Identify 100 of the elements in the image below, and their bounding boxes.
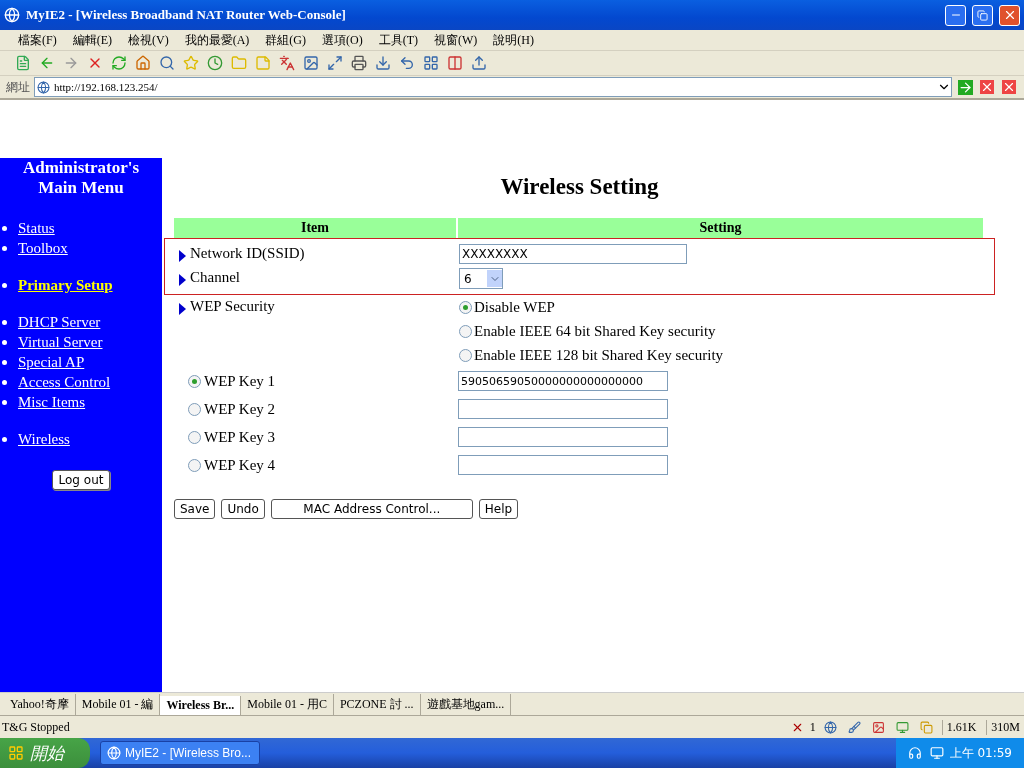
radio-button[interactable] bbox=[188, 430, 201, 444]
sidebar-link[interactable]: Primary Setup bbox=[18, 277, 113, 293]
radio-button[interactable] bbox=[459, 300, 472, 314]
radio-label: Enable IEEE 128 bit Shared Key security bbox=[474, 346, 724, 364]
close-icon[interactable] bbox=[978, 78, 996, 96]
page-title: Wireless Setting bbox=[499, 174, 660, 200]
menu-item[interactable]: 選項(O) bbox=[322, 31, 363, 49]
memory-reading: 310M bbox=[986, 719, 1024, 735]
menu-item[interactable]: 編輯(E) bbox=[72, 31, 112, 49]
picture-icon[interactable] bbox=[302, 54, 320, 72]
bullet-icon bbox=[2, 360, 7, 365]
restore-button[interactable] bbox=[972, 4, 993, 26]
traffic-reading: 1.61K bbox=[941, 719, 981, 735]
undo-icon[interactable] bbox=[398, 54, 416, 72]
home-icon[interactable] bbox=[134, 54, 152, 72]
ssid-field[interactable]: XXXXXXXX bbox=[459, 244, 687, 264]
blocked-count: 1 bbox=[809, 719, 816, 735]
radio-button[interactable] bbox=[459, 348, 472, 362]
triangle-bullet-icon bbox=[179, 274, 186, 286]
form-button[interactable]: MAC Address Control... bbox=[270, 499, 473, 519]
radio-label: WEP Key 3 bbox=[204, 428, 276, 446]
menu-item[interactable]: 工具(T) bbox=[378, 31, 418, 49]
refresh-icon[interactable] bbox=[110, 54, 128, 72]
field-label: WEP Security bbox=[190, 298, 275, 315]
column-header: Setting bbox=[458, 218, 985, 238]
sidebar-link[interactable]: Misc Items bbox=[18, 394, 86, 410]
radio-label: WEP Key 1 bbox=[204, 372, 276, 390]
bullet-icon bbox=[2, 380, 7, 385]
bullet-icon bbox=[2, 437, 7, 442]
column-header: Item bbox=[174, 218, 458, 238]
close-button[interactable] bbox=[999, 4, 1020, 26]
address-label: 網址 bbox=[6, 78, 30, 96]
form-button[interactable]: Save bbox=[174, 499, 216, 519]
radio-button[interactable] bbox=[188, 402, 201, 416]
grid-icon[interactable] bbox=[422, 54, 440, 72]
sidebar-link[interactable]: Status bbox=[18, 220, 55, 236]
bullet-icon bbox=[2, 340, 7, 345]
address-field[interactable]: http://192.168.123.254/ bbox=[34, 77, 952, 97]
taskbar-button[interactable]: MyIE2 - [Wireless Bro... bbox=[100, 741, 260, 765]
star-icon[interactable] bbox=[182, 54, 200, 72]
bullet-icon bbox=[2, 400, 7, 405]
bullet-icon bbox=[2, 320, 7, 325]
history-icon[interactable] bbox=[206, 54, 224, 72]
logout-button[interactable]: Log out bbox=[51, 470, 111, 490]
new-page-icon[interactable] bbox=[14, 54, 32, 72]
sidebar-link[interactable]: Special AP bbox=[18, 354, 85, 370]
radio-label: Enable IEEE 64 bit Shared Key security bbox=[474, 322, 716, 340]
restore-icon bbox=[977, 9, 988, 21]
sidebar-link[interactable]: Wireless bbox=[18, 431, 70, 447]
sidebar-link[interactable]: DHCP Server bbox=[18, 314, 101, 330]
triangle-bullet-icon bbox=[179, 250, 186, 262]
clock: 上午 01:59 bbox=[949, 744, 1012, 762]
upload-icon[interactable] bbox=[470, 54, 488, 72]
sidebar-link[interactable]: Access Control bbox=[18, 374, 111, 390]
app-icon bbox=[4, 7, 20, 23]
translate-icon[interactable] bbox=[278, 54, 296, 72]
window-title: MyIE2 - [Wireless Broadband NAT Router Web-Console] bbox=[26, 7, 347, 23]
radio-label: Disable WEP bbox=[474, 298, 555, 316]
app-icon bbox=[107, 746, 121, 760]
browser-tab[interactable]: Wireless Br... bbox=[160, 696, 242, 715]
download-icon[interactable] bbox=[374, 54, 392, 72]
form-button[interactable]: Undo bbox=[221, 499, 265, 519]
menu-item[interactable]: 群組(G) bbox=[265, 31, 306, 49]
page-icon bbox=[37, 80, 50, 94]
sidebar-link[interactable]: Virtual Server bbox=[18, 334, 103, 350]
go-icon[interactable] bbox=[956, 78, 974, 96]
menu-item[interactable]: 說明(H) bbox=[493, 31, 534, 49]
brush-icon[interactable] bbox=[845, 718, 864, 736]
menu-item[interactable]: 檢視(V) bbox=[128, 31, 169, 49]
windows-logo-icon bbox=[8, 745, 24, 761]
menu-item[interactable]: 檔案(F) bbox=[18, 31, 57, 49]
field-label: Network ID(SSID) bbox=[190, 245, 305, 262]
radio-button[interactable] bbox=[188, 458, 201, 472]
key-field[interactable] bbox=[458, 427, 668, 448]
minimize-button[interactable] bbox=[945, 4, 966, 26]
channel-select[interactable]: 6 bbox=[459, 268, 503, 289]
globe-icon[interactable] bbox=[821, 718, 840, 736]
bullet-icon bbox=[2, 283, 7, 288]
key-field[interactable] bbox=[458, 455, 668, 476]
copy-icon[interactable] bbox=[917, 718, 936, 736]
radio-label: WEP Key 4 bbox=[204, 456, 276, 474]
radio-label: WEP Key 2 bbox=[204, 400, 276, 418]
radio-button[interactable] bbox=[459, 324, 472, 338]
sidebar-link[interactable]: Toolbox bbox=[18, 240, 68, 256]
menu-item[interactable]: 我的最愛(A) bbox=[184, 31, 250, 49]
triangle-bullet-icon bbox=[179, 303, 186, 315]
form-button[interactable]: Help bbox=[478, 499, 519, 519]
key-field[interactable] bbox=[458, 399, 668, 420]
status-text: T&G Stopped bbox=[2, 719, 71, 735]
columns-icon[interactable] bbox=[446, 54, 464, 72]
sidebar-title: Main Menu bbox=[37, 178, 125, 198]
field-label: Channel bbox=[190, 269, 240, 286]
key-field[interactable]: 59050659050000000000000000 bbox=[458, 371, 668, 392]
bullet-icon bbox=[2, 226, 7, 231]
start-button[interactable]: 開始 bbox=[0, 738, 90, 768]
printer-icon[interactable] bbox=[350, 54, 368, 72]
search-icon[interactable] bbox=[158, 54, 176, 72]
close-icon[interactable] bbox=[1000, 78, 1018, 96]
radio-button[interactable] bbox=[188, 374, 201, 388]
menu-item[interactable]: 視窗(W) bbox=[434, 31, 478, 49]
